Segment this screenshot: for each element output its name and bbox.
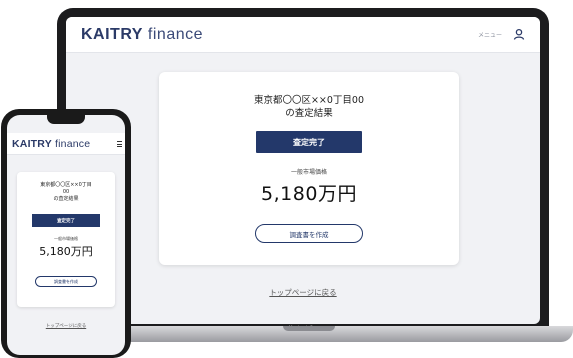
- address-line: 東京都〇〇区××0丁目: [40, 182, 92, 188]
- user-icon[interactable]: [513, 28, 525, 40]
- phone-screen: KAITRY finance 東京都〇〇区××0丁目 00 の査定結果 査定完了…: [7, 115, 125, 355]
- menu-link[interactable]: メニュー: [478, 30, 502, 39]
- phone-back-to-top-link[interactable]: トップページに戻る: [7, 323, 125, 329]
- result-heading: の査定結果: [285, 108, 333, 119]
- brand-name-bold: KAITRY: [81, 26, 143, 43]
- phone-assessment-complete-button[interactable]: 査定完了: [32, 214, 100, 227]
- phone-price-label: 一般市場価格: [54, 236, 78, 241]
- phone-mockup: KAITRY finance 東京都〇〇区××0丁目 00 の査定結果 査定完了…: [1, 109, 131, 358]
- result-card: 東京都〇〇区××0丁目00 の査定結果 査定完了 一般市場価格 5,180万円 …: [159, 72, 459, 265]
- phone-result-card: 東京都〇〇区××0丁目 00 の査定結果 査定完了 一般市場価格 5,180万円…: [17, 172, 115, 307]
- brand-name-regular: finance: [55, 138, 91, 150]
- address-line: 00: [62, 189, 70, 195]
- app-header: KAITRY finance メニュー: [66, 17, 540, 53]
- phone-create-report-button[interactable]: 調査書を作成: [35, 276, 97, 287]
- brand-name-bold: KAITRY: [12, 138, 52, 150]
- phone-result-address: 東京都〇〇区××0丁目 00 の査定結果: [17, 182, 115, 203]
- laptop-screen: KAITRY finance メニュー 東京都〇〇区××0丁目00 の査定結果 …: [66, 17, 540, 324]
- price-value: 5,180万円: [261, 183, 357, 205]
- price-label: 一般市場価格: [290, 169, 327, 176]
- hamburger-icon[interactable]: [117, 141, 122, 147]
- phone-notch: [47, 115, 85, 124]
- result-address: 東京都〇〇区××0丁目00 の査定結果: [159, 94, 459, 120]
- create-report-button[interactable]: 調査書を作成: [255, 224, 363, 243]
- phone-app-header: KAITRY finance: [7, 133, 125, 155]
- address-line: 東京都〇〇区××0丁目00: [253, 95, 365, 106]
- phone-price-value: 5,180万円: [39, 245, 93, 258]
- phone-brand-logo[interactable]: KAITRY finance: [12, 138, 90, 150]
- brand-name-regular: finance: [147, 26, 204, 43]
- back-to-top-link[interactable]: トップページに戻る: [66, 287, 540, 298]
- result-heading: の査定結果: [53, 196, 79, 202]
- laptop-base-notch: [283, 326, 335, 331]
- brand-logo[interactable]: KAITRY finance: [81, 26, 203, 44]
- assessment-complete-button[interactable]: 査定完了: [256, 131, 362, 153]
